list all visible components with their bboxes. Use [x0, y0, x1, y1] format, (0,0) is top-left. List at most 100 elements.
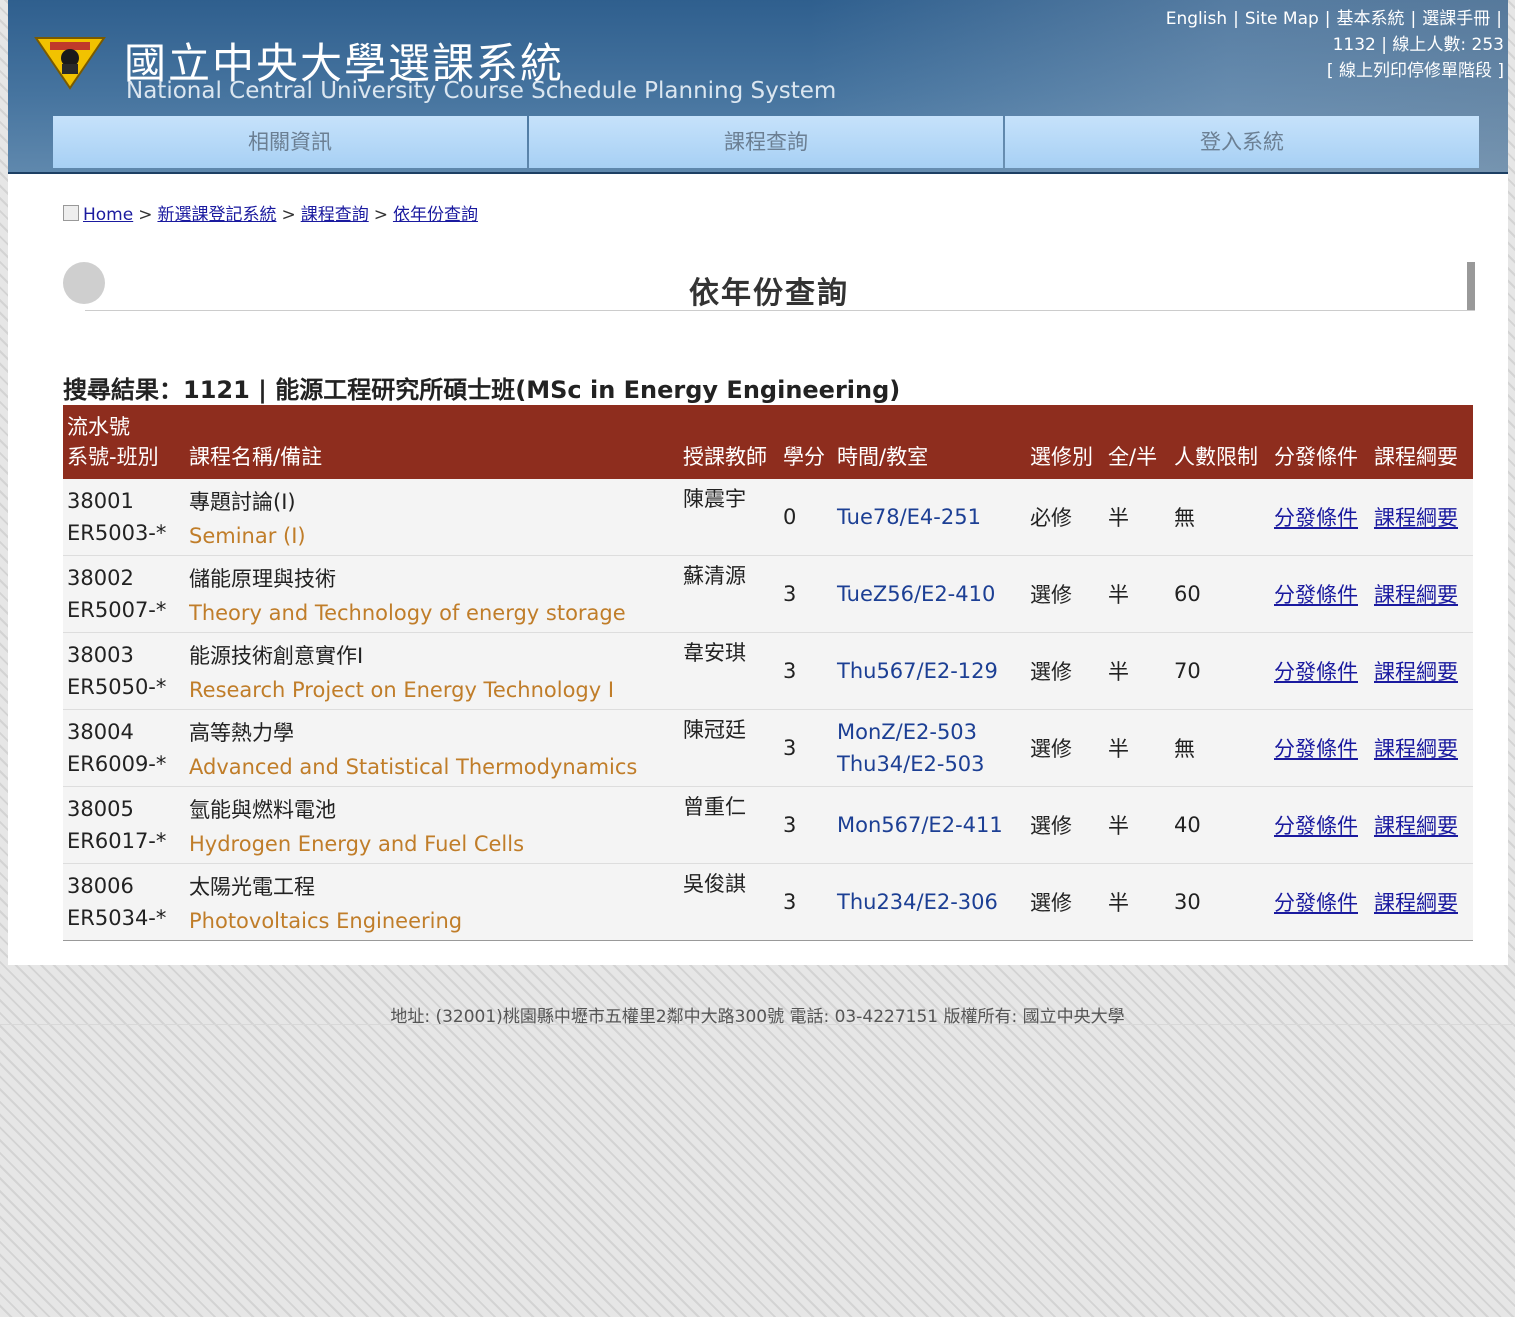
teacher: 曾重仁: [679, 786, 779, 864]
outline-link[interactable]: 課程綱要: [1374, 506, 1458, 530]
condition-link[interactable]: 分發條件: [1274, 814, 1358, 838]
separator: |: [1324, 9, 1331, 29]
time-room-cell: Thu234/E2-306: [833, 863, 1026, 941]
outline-link[interactable]: 課程綱要: [1374, 660, 1458, 684]
credit: 3: [779, 555, 833, 633]
course-name-zh: 能源技術創意實作I: [189, 644, 364, 668]
full-half: 半: [1104, 555, 1170, 633]
condition-cell: 分發條件: [1270, 632, 1370, 710]
full-half: 半: [1104, 709, 1170, 787]
breadcrumb-query-by-year[interactable]: 依年份查詢: [393, 205, 478, 225]
serial-cell: 38001 ER5003-*: [63, 479, 185, 556]
course-name-zh: 太陽光電工程: [189, 875, 315, 899]
breadcrumb: Home > 新選課登記系統 > 課程查詢 > 依年份查詢: [63, 200, 478, 225]
table-row: 38003 ER5050-* 能源技術創意實作I Research Project o…: [63, 632, 1473, 710]
nav-related-info[interactable]: 相關資訊: [53, 116, 527, 168]
time-room-cell: Thu567/E2-129: [833, 632, 1026, 710]
outline-link[interactable]: 課程綱要: [1374, 583, 1458, 607]
enroll-limit: 無: [1170, 709, 1270, 787]
table-header-row: 流水號 系號-班別 課程名稱/備註 授課教師 學分 時間/教室 選修別 全/半 人…: [63, 405, 1473, 479]
result-title: 搜尋結果：1121 | 能源工程研究所碩士班(MSc in Energy Eng…: [63, 376, 901, 404]
course-type: 必修: [1026, 479, 1104, 556]
header-course-name: 課程名稱/備註: [185, 405, 679, 479]
course-name-en: Seminar (I): [189, 524, 306, 548]
course-code: ER6017-*: [67, 829, 167, 853]
condition-link[interactable]: 分發條件: [1274, 506, 1358, 530]
enroll-limit: 無: [1170, 479, 1270, 556]
teacher: 陳震宇: [679, 479, 779, 556]
course-name-zh: 專題討論(I): [189, 490, 296, 514]
outline-cell: 課程綱要: [1370, 632, 1473, 710]
course-type: 選修: [1026, 555, 1104, 633]
outline-cell: 課程綱要: [1370, 786, 1473, 864]
section-divider: [85, 310, 1475, 311]
condition-link[interactable]: 分發條件: [1274, 583, 1358, 607]
serial-cell: 38005 ER6017-*: [63, 786, 185, 864]
serial-number: 38006: [67, 874, 134, 898]
serial-cell: 38002 ER5007-*: [63, 555, 185, 633]
site-map-link[interactable]: Site Map: [1245, 9, 1319, 29]
serial-number: 38002: [67, 566, 134, 590]
breadcrumb-home[interactable]: Home: [83, 205, 133, 225]
table-row: 38006 ER5034-* 太陽光電工程 Photovoltaics Enginee…: [63, 863, 1473, 941]
breadcrumb-registration-system[interactable]: 新選課登記系統: [157, 205, 276, 225]
system-title-en: National Central University Course Sched…: [126, 78, 837, 104]
nav-course-query[interactable]: 課程查詢: [529, 116, 1003, 168]
table-row: 38001 ER5003-* 專題討論(I) Seminar (I) 陳震宇 0 Tue78…: [63, 479, 1473, 556]
header-code-label: 系號-班別: [67, 445, 159, 469]
condition-link[interactable]: 分發條件: [1274, 660, 1358, 684]
course-name-en: Photovoltaics Engineering: [189, 909, 463, 933]
nav-login[interactable]: 登入系統: [1005, 116, 1479, 168]
header-type: 選修別: [1026, 405, 1104, 479]
separator: |: [1410, 9, 1417, 29]
course-type: 選修: [1026, 786, 1104, 864]
table-row: 38002 ER5007-* 儲能原理與技術 Theory and Technolog…: [63, 555, 1473, 633]
course-manual-link[interactable]: 選課手冊: [1422, 9, 1490, 29]
serial-number: 38001: [67, 489, 134, 513]
condition-link[interactable]: 分發條件: [1274, 737, 1358, 761]
online-count: 1132 | 線上人數: 253: [1332, 35, 1504, 55]
serial-number: 38004: [67, 720, 134, 744]
credit: 0: [779, 479, 833, 556]
course-code: ER5034-*: [67, 906, 167, 930]
time-room-cell: TueZ56/E2-410: [833, 555, 1026, 633]
outline-link[interactable]: 課程綱要: [1374, 814, 1458, 838]
breadcrumb-course-query[interactable]: 課程查詢: [301, 205, 369, 225]
basic-system-link[interactable]: 基本系統: [1337, 9, 1405, 29]
header-full-half: 全/半: [1104, 405, 1170, 479]
full-half: 半: [1104, 863, 1170, 941]
page-container: 國立中央大學選課系統 National Central University C…: [8, 0, 1508, 965]
course-type: 選修: [1026, 709, 1104, 787]
course-name-en: Theory and Technology of energy storage: [189, 601, 626, 625]
credit: 3: [779, 863, 833, 941]
site-header: 國立中央大學選課系統 National Central University C…: [8, 0, 1508, 174]
condition-link[interactable]: 分發條件: [1274, 891, 1358, 915]
condition-cell: 分發條件: [1270, 709, 1370, 787]
header-time-room: 時間/教室: [833, 405, 1026, 479]
english-link[interactable]: English: [1166, 9, 1227, 29]
time-room: MonZ/E2-503: [837, 720, 978, 744]
course-name-cell: 能源技術創意實作I Research Project on Energy Tech…: [185, 632, 679, 710]
condition-cell: 分發條件: [1270, 786, 1370, 864]
header-serial: 流水號 系號-班別: [63, 405, 185, 479]
table-row: 38004 ER6009-* 高等熱力學 Advanced and Statistic…: [63, 709, 1473, 787]
full-half: 半: [1104, 479, 1170, 556]
top-links: English | Site Map | 基本系統 | 選課手冊 |: [1166, 4, 1508, 29]
teacher: 韋安琪: [679, 632, 779, 710]
course-name-en: Advanced and Statistical Thermodynamics: [189, 755, 638, 779]
course-name-cell: 儲能原理與技術 Theory and Technology of energy s…: [185, 555, 679, 633]
teacher: 蘇清源: [679, 555, 779, 633]
course-name-cell: 高等熱力學 Advanced and Statistical Thermodyna…: [185, 709, 679, 787]
outline-link[interactable]: 課程綱要: [1374, 891, 1458, 915]
section-bar-icon: [1467, 262, 1475, 310]
outline-cell: 課程綱要: [1370, 863, 1473, 941]
page-title: 依年份查詢: [689, 276, 849, 311]
serial-cell: 38004 ER6009-*: [63, 709, 185, 787]
teacher: 吳俊諆: [679, 863, 779, 941]
serial-number: 38003: [67, 643, 134, 667]
header-limit: 人數限制: [1170, 405, 1270, 479]
header-condition: 分發條件: [1270, 405, 1370, 479]
time-room-cell: Tue78/E4-251: [833, 479, 1026, 556]
course-name-zh: 儲能原理與技術: [189, 567, 336, 591]
outline-link[interactable]: 課程綱要: [1374, 737, 1458, 761]
